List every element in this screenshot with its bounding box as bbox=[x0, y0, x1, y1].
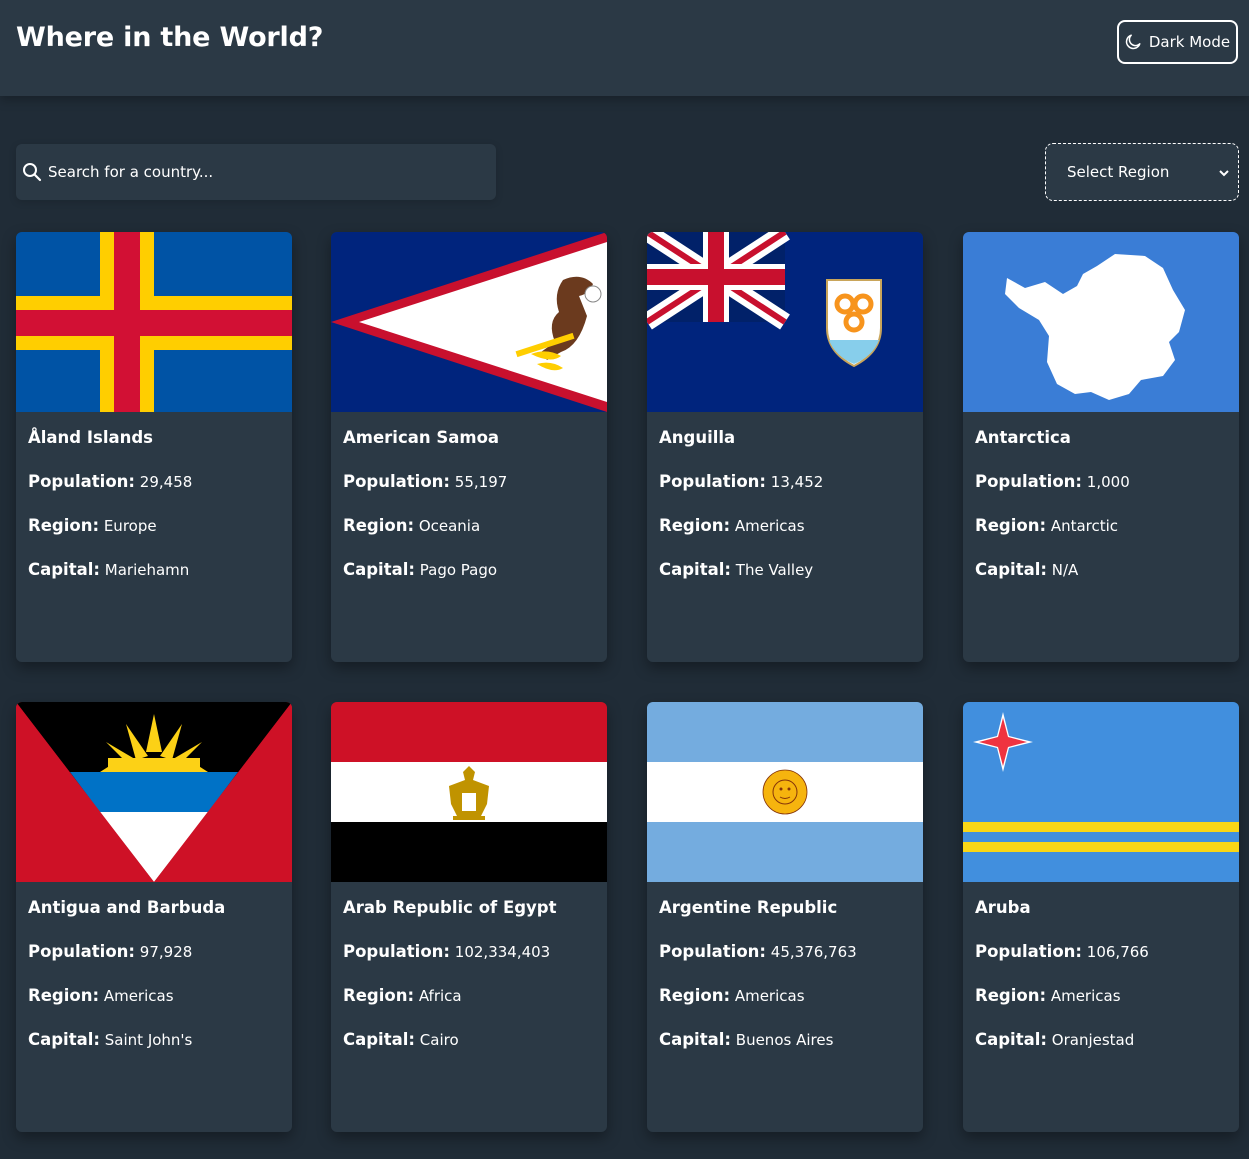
region-select[interactable]: Select Region bbox=[1045, 143, 1239, 201]
country-card[interactable]: Anguilla Population: 13,452 Region: Amer… bbox=[647, 232, 923, 662]
flag-aland-icon bbox=[16, 232, 292, 412]
region-select-value: Select Region bbox=[1067, 163, 1170, 181]
country-region: Region: Oceania bbox=[343, 516, 481, 535]
country-capital: Capital: Saint John's bbox=[28, 1030, 193, 1049]
country-capital: Capital: Mariehamn bbox=[28, 560, 190, 579]
country-region: Region: Americas bbox=[975, 986, 1121, 1005]
flag-antigua-icon bbox=[16, 702, 292, 882]
search-box bbox=[16, 144, 496, 200]
country-name: American Samoa bbox=[343, 428, 500, 447]
country-card[interactable]: Antigua and Barbuda Population: 97,928 R… bbox=[16, 702, 292, 1132]
country-name: Antarctica bbox=[975, 428, 1071, 447]
country-region: Region: Europe bbox=[28, 516, 157, 535]
flag-anguilla-icon bbox=[647, 232, 923, 412]
country-name: Åland Islands bbox=[28, 428, 153, 447]
country-capital: Capital: N/A bbox=[975, 560, 1079, 579]
country-population: Population: 102,334,403 bbox=[343, 942, 551, 961]
app-header: Where in the World? Dark Mode bbox=[0, 0, 1249, 96]
country-card[interactable]: Aruba Population: 106,766 Region: Americ… bbox=[963, 702, 1239, 1132]
flag-argentina-icon bbox=[647, 702, 923, 882]
country-card[interactable]: Arab Republic of Egypt Population: 102,3… bbox=[331, 702, 607, 1132]
country-population: Population: 1,000 bbox=[975, 472, 1130, 491]
country-region: Region: Americas bbox=[28, 986, 174, 1005]
country-population: Population: 45,376,763 bbox=[659, 942, 857, 961]
country-population: Population: 13,452 bbox=[659, 472, 824, 491]
country-population: Population: 29,458 bbox=[28, 472, 193, 491]
country-capital: Capital: The Valley bbox=[659, 560, 814, 579]
chevron-down-icon bbox=[1219, 170, 1229, 177]
country-region: Region: Antarctic bbox=[975, 516, 1119, 535]
country-region: Region: Americas bbox=[659, 986, 805, 1005]
flag-american-samoa-icon bbox=[331, 232, 607, 412]
dark-mode-toggle-button[interactable]: Dark Mode bbox=[1117, 20, 1238, 64]
flag-aruba-icon bbox=[963, 702, 1239, 882]
country-name: Antigua and Barbuda bbox=[28, 898, 226, 917]
search-input[interactable] bbox=[48, 144, 488, 200]
country-population: Population: 97,928 bbox=[28, 942, 193, 961]
country-name: Aruba bbox=[975, 898, 1031, 917]
country-card[interactable]: Antarctica Population: 1,000 Region: Ant… bbox=[963, 232, 1239, 662]
country-name: Anguilla bbox=[659, 428, 736, 447]
country-name: Arab Republic of Egypt bbox=[343, 898, 557, 917]
country-region: Region: Africa bbox=[343, 986, 462, 1005]
country-population: Population: 106,766 bbox=[975, 942, 1149, 961]
country-capital: Capital: Buenos Aires bbox=[659, 1030, 834, 1049]
country-card[interactable]: Argentine Republic Population: 45,376,76… bbox=[647, 702, 923, 1132]
moon-icon bbox=[1125, 34, 1141, 50]
country-capital: Capital: Cairo bbox=[343, 1030, 459, 1049]
country-card[interactable]: American Samoa Population: 55,197 Region… bbox=[331, 232, 607, 662]
country-capital: Capital: Oranjestad bbox=[975, 1030, 1135, 1049]
search-icon bbox=[23, 163, 42, 182]
flag-egypt-icon bbox=[331, 702, 607, 882]
country-capital: Capital: Pago Pago bbox=[343, 560, 498, 579]
country-card[interactable]: Åland Islands Population: 29,458 Region:… bbox=[16, 232, 292, 662]
country-population: Population: 55,197 bbox=[343, 472, 508, 491]
country-region: Region: Americas bbox=[659, 516, 805, 535]
flag-antarctica-icon bbox=[963, 232, 1239, 412]
country-name: Argentine Republic bbox=[659, 898, 838, 917]
dark-mode-label: Dark Mode bbox=[1148, 33, 1231, 51]
app-title: Where in the World? bbox=[16, 22, 324, 53]
